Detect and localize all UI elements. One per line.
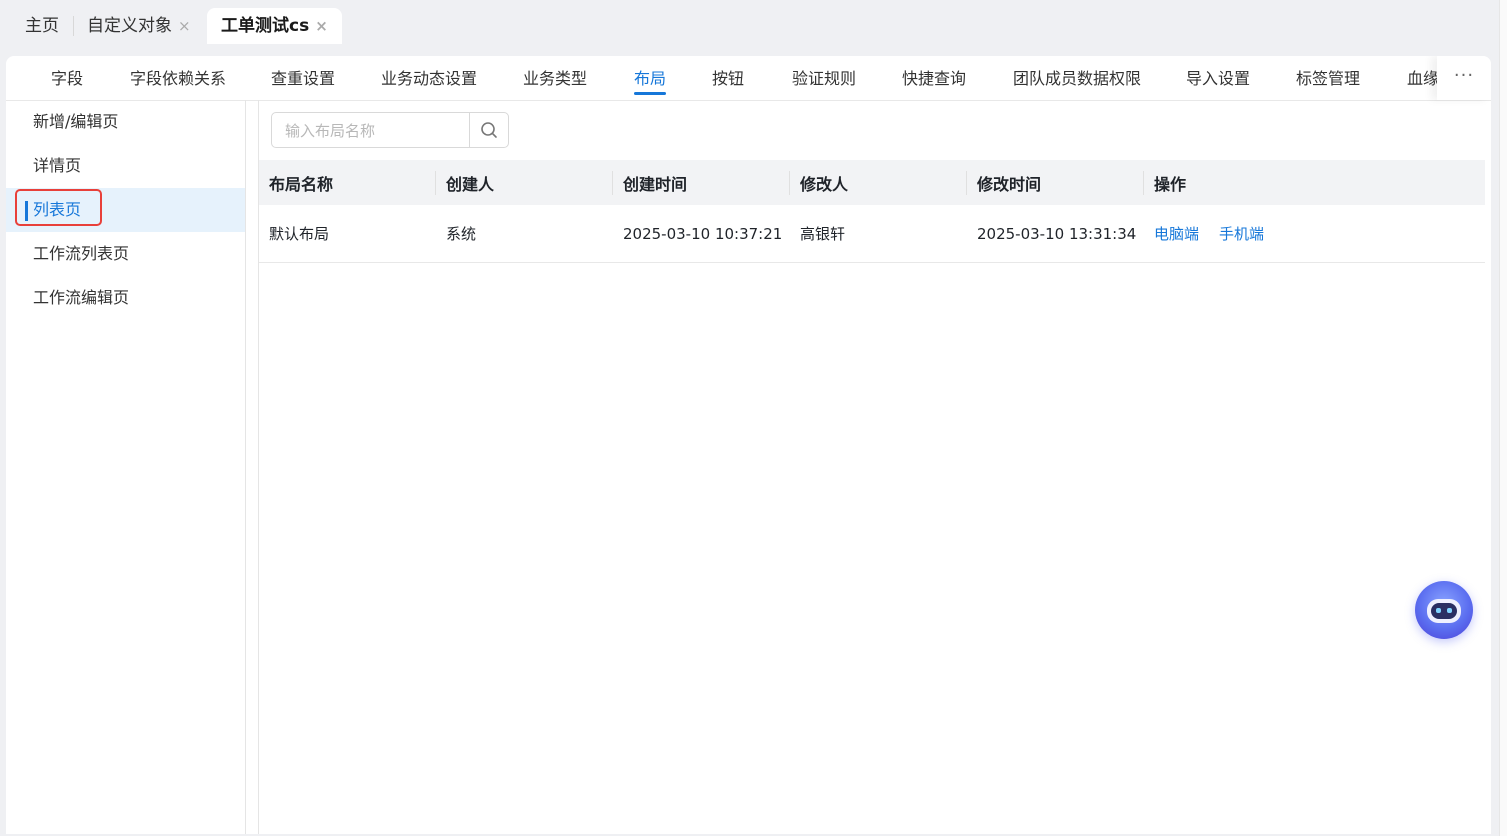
menu-item-label: 详情页 xyxy=(33,156,82,175)
robot-assistant-button[interactable] xyxy=(1415,581,1473,639)
page-tab-bar: 主页 自定义对象 × 工单测试cs × xyxy=(0,0,1507,44)
layout-table: 布局名称 创建人 创建时间 修改人 修改时间 操作 默认布局 系统 2025-0… xyxy=(259,160,1485,263)
column-header-label: 修改时间 xyxy=(977,174,1042,194)
settings-card: 字段 字段依赖关系 查重设置 业务动态设置 业务类型 布局 按钮 验证规则 快捷… xyxy=(6,56,1491,834)
menu-item-label: 工作流编辑页 xyxy=(33,288,130,307)
tab-field-dependency[interactable]: 字段依赖关系 xyxy=(130,56,226,100)
window-edge xyxy=(1499,0,1507,836)
search-input[interactable] xyxy=(273,114,483,148)
sub-tab-bar: 字段 字段依赖关系 查重设置 业务动态设置 业务类型 布局 按钮 验证规则 快捷… xyxy=(6,56,1491,101)
column-header: 创建时间 xyxy=(613,160,790,205)
robot-assistant-icon xyxy=(1427,599,1461,623)
search-button[interactable] xyxy=(469,113,508,147)
highlight-annotation xyxy=(15,189,102,226)
tab-activity-settings[interactable]: 业务动态设置 xyxy=(381,56,477,100)
search-icon xyxy=(481,122,497,138)
tab-layout[interactable]: 布局 xyxy=(634,56,667,100)
page-tab-label: 自定义对象 xyxy=(87,16,172,36)
tab-quick-query[interactable]: 快捷查询 xyxy=(902,56,966,100)
close-icon[interactable]: × xyxy=(178,17,191,35)
menu-item-workflow-list-page[interactable]: 工作流列表页 xyxy=(6,232,245,276)
tab-validation-rules[interactable]: 验证规则 xyxy=(792,56,856,100)
more-tabs-button[interactable]: ··· xyxy=(1437,56,1491,100)
tab-buttons[interactable]: 按钮 xyxy=(712,56,744,100)
column-header-label: 操作 xyxy=(1154,174,1187,194)
table-row: 默认布局 系统 2025-03-10 10:37:21 高银轩 2025-03-… xyxy=(259,205,1485,263)
menu-item-add-edit-page[interactable]: 新增/编辑页 xyxy=(6,100,245,144)
tab-team-data-permission[interactable]: 团队成员数据权限 xyxy=(1013,56,1141,100)
table-header-row: 布局名称 创建人 创建时间 修改人 修改时间 操作 xyxy=(259,160,1485,205)
tab-business-type[interactable]: 业务类型 xyxy=(523,56,587,100)
page-tab-home[interactable]: 主页 xyxy=(25,8,59,44)
cell-modifier: 高银轩 xyxy=(790,205,967,263)
menu-item-detail-page[interactable]: 详情页 xyxy=(6,144,245,188)
layout-search-box xyxy=(271,112,509,148)
tab-lineage[interactable]: 血缘 xyxy=(1407,56,1439,100)
column-header-label: 创建人 xyxy=(446,174,495,194)
column-header: 修改时间 xyxy=(967,160,1144,205)
cell-created-at: 2025-03-10 10:37:21 xyxy=(613,205,790,263)
cell-actions: 电脑端 手机端 xyxy=(1144,205,1485,263)
cell-creator: 系统 xyxy=(436,205,613,263)
desktop-layout-link[interactable]: 电脑端 xyxy=(1154,225,1199,243)
menu-item-label: 新增/编辑页 xyxy=(33,112,119,131)
column-header: 布局名称 xyxy=(259,160,436,205)
menu-item-workflow-edit-page[interactable]: 工作流编辑页 xyxy=(6,276,245,320)
column-header: 修改人 xyxy=(790,160,967,205)
close-icon[interactable]: × xyxy=(315,17,328,35)
page-tab-label: 工单测试cs xyxy=(221,16,310,36)
mobile-layout-link[interactable]: 手机端 xyxy=(1219,225,1264,243)
column-header: 创建人 xyxy=(436,160,613,205)
menu-item-label: 工作流列表页 xyxy=(33,244,130,263)
tab-duplicate-check[interactable]: 查重设置 xyxy=(271,56,335,100)
tab-import-settings[interactable]: 导入设置 xyxy=(1186,56,1250,100)
column-header-label: 创建时间 xyxy=(623,174,688,194)
column-header-label: 布局名称 xyxy=(269,174,334,194)
page-tab-custom-object[interactable]: 自定义对象 × xyxy=(87,8,191,44)
tab-fields[interactable]: 字段 xyxy=(51,56,83,100)
page-tab-label: 主页 xyxy=(25,16,59,36)
column-header-label: 修改人 xyxy=(800,174,849,194)
page-tab-workorder[interactable]: 工单测试cs × xyxy=(207,8,342,44)
tab-divider xyxy=(73,16,74,36)
tab-tag-management[interactable]: 标签管理 xyxy=(1296,56,1360,100)
layout-list-panel: 布局名称 创建人 创建时间 修改人 修改时间 操作 默认布局 系统 2025-0… xyxy=(258,100,1491,834)
cell-modified-at: 2025-03-10 13:31:34 xyxy=(967,205,1144,263)
column-header: 操作 xyxy=(1144,160,1485,205)
cell-layout-name: 默认布局 xyxy=(259,205,436,263)
